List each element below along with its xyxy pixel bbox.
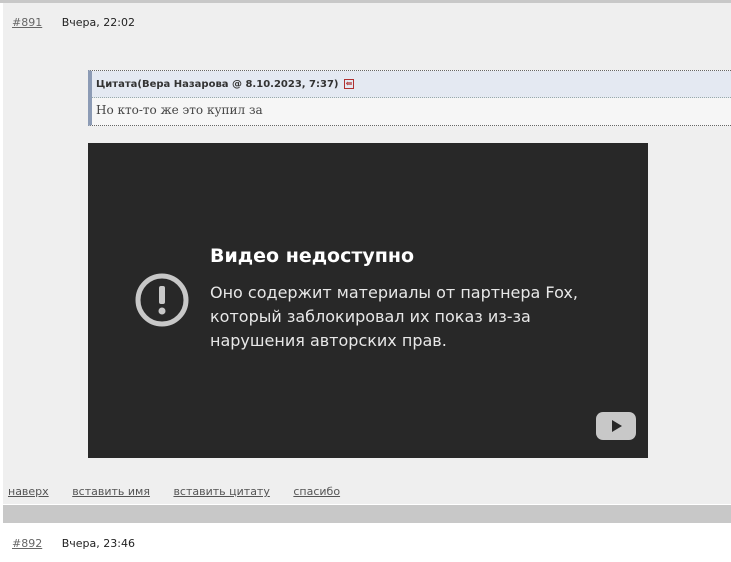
post-separator <box>3 505 731 523</box>
youtube-logo-icon[interactable] <box>596 412 636 440</box>
post-number-link[interactable]: #891 <box>12 16 42 29</box>
post-number-link-next[interactable]: #892 <box>12 537 42 550</box>
video-error-title: Видео недоступно <box>210 245 415 267</box>
post-actions: наверх вставить имя вставить цитату спас… <box>8 485 360 498</box>
post-time-next: Вчера, 23:46 <box>61 537 135 550</box>
insert-name-link[interactable]: вставить имя <box>72 485 150 498</box>
thanks-link[interactable]: спасибо <box>293 485 340 498</box>
video-player[interactable]: Видео недоступно Оно содержит материалы … <box>88 143 648 458</box>
post-header-next: #892 Вчера, 23:46 <box>12 537 135 550</box>
forum-post: #891 Вчера, 22:02 Цитата(Вера Назарова @… <box>3 3 731 504</box>
post-time: Вчера, 22:02 <box>61 16 135 29</box>
jump-to-quote-icon[interactable]: ⇚ <box>344 79 354 89</box>
insert-quote-link[interactable]: вставить цитату <box>173 485 269 498</box>
video-error-message: Оно содержит материалы от партнера Fox, … <box>210 283 578 350</box>
to-top-link[interactable]: наверх <box>8 485 49 498</box>
post-header: #891 Вчера, 22:02 <box>12 16 135 29</box>
quote-author: Цитата(Вера Назарова @ 8.10.2023, 7:37) <box>96 79 339 90</box>
alert-circle-icon <box>135 273 189 327</box>
quote-block: Цитата(Вера Назарова @ 8.10.2023, 7:37) … <box>88 70 731 126</box>
quote-text: Но кто-то же это купил за <box>96 103 263 117</box>
quote-header: Цитата(Вера Назарова @ 8.10.2023, 7:37) … <box>92 71 731 98</box>
